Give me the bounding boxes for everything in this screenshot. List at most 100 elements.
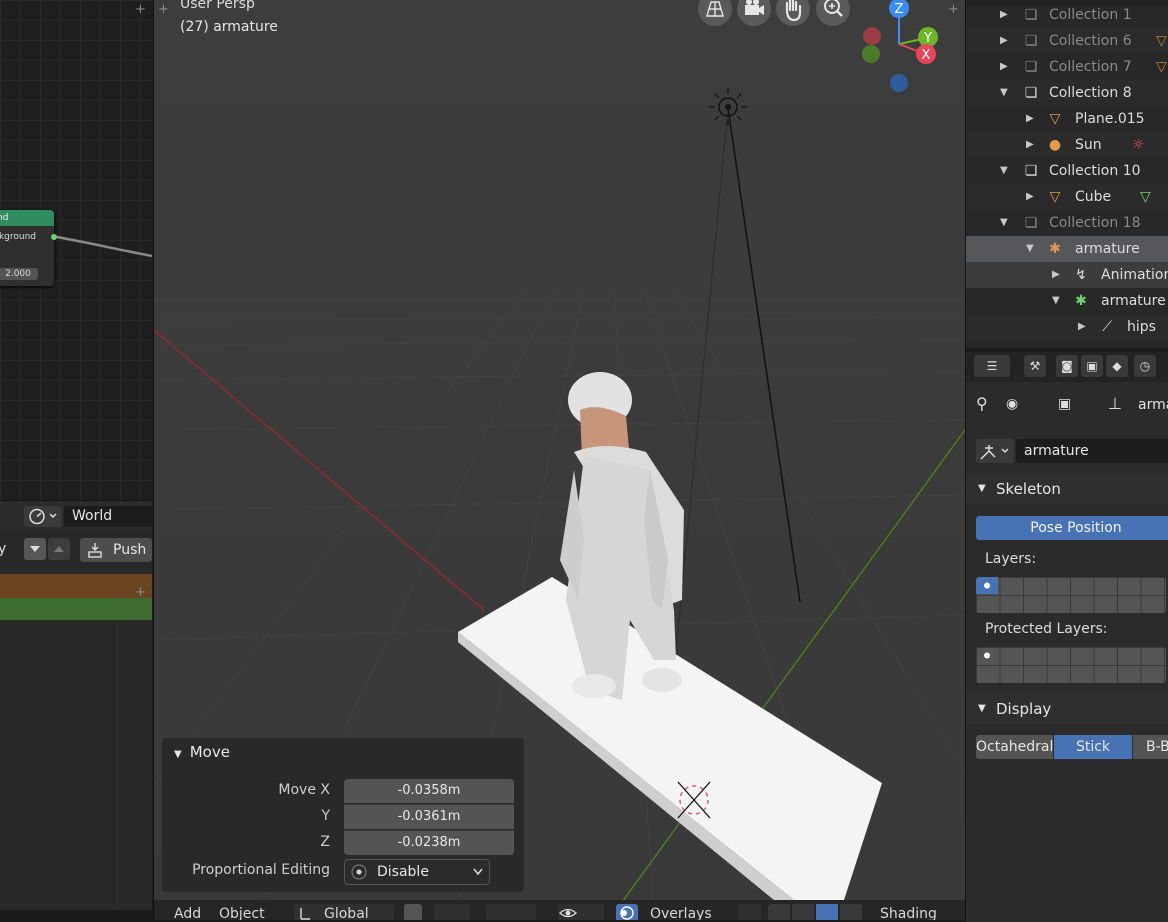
scene-icon: ◉ xyxy=(1006,396,1019,412)
snap-dropdown[interactable] xyxy=(434,904,470,920)
protected-layers-grid[interactable] xyxy=(976,647,1166,683)
tool-tab[interactable]: ⚒ xyxy=(1024,355,1046,377)
move-y-field[interactable]: -0.0361m xyxy=(344,804,514,829)
bone-layers-grid[interactable] xyxy=(976,577,1166,613)
outliner-row-label: Collection 1 xyxy=(1049,7,1132,23)
transform-orientation-dropdown[interactable]: Global xyxy=(294,904,394,920)
outliner-row[interactable]: ▶ ↯ Animation xyxy=(966,262,1168,288)
push-down-button[interactable]: Push xyxy=(80,538,152,562)
collection-icon: ❏ xyxy=(1024,7,1038,23)
outliner-row[interactable]: ▶ ▽ Plane.015 xyxy=(966,106,1168,132)
armature-data-name-field[interactable]: armature xyxy=(1016,439,1168,463)
collection-icon: ❏ xyxy=(1024,85,1038,101)
display-octahedral-button[interactable]: Octahedral xyxy=(976,735,1053,759)
move-operator-panel: ▼ Move Move X -0.0358m Y -0.0361m Z -0.02… xyxy=(162,738,524,892)
move-panel-header[interactable]: ▼ Move xyxy=(174,743,230,761)
editor-type-dropdown[interactable]: ☰ xyxy=(974,355,1010,377)
rendered-shading-button[interactable] xyxy=(840,904,862,920)
move-x-field[interactable]: -0.0358m xyxy=(344,779,514,803)
skeleton-panel-header[interactable]: ▼ Skeleton xyxy=(966,474,1168,504)
world-icon xyxy=(29,508,57,525)
magnifier-icon xyxy=(824,0,843,17)
pivot-point-button[interactable] xyxy=(404,904,422,920)
nla-track-action[interactable]: + xyxy=(0,574,152,599)
wireframe-shading-button[interactable] xyxy=(768,904,790,920)
overlays-icon xyxy=(620,906,634,920)
gizmo-y-label: Y xyxy=(923,31,932,46)
outliner-row[interactable]: ▶ ❏ Collection 7 ▽ xyxy=(966,54,1168,80)
display-stick-button[interactable]: Stick xyxy=(1054,735,1132,759)
outliner-row[interactable]: ▼ ❏ Collection 10 xyxy=(966,158,1168,184)
mesh-data-icon: ▽ xyxy=(1156,33,1167,49)
outliner-row-label: Collection 18 xyxy=(1049,215,1141,231)
armature-data-browser[interactable] xyxy=(976,439,1014,463)
timeline-scrollbar[interactable] xyxy=(0,910,152,920)
proportional-editing-value: Disable xyxy=(377,864,429,880)
push-label: Push xyxy=(113,542,147,558)
pose-position-button[interactable]: Pose Position xyxy=(976,516,1168,540)
object-menu[interactable]: Object xyxy=(219,906,265,920)
outliner-row[interactable]: ▶ ● Sun ☼ xyxy=(966,132,1168,158)
output-tab[interactable]: ▣ xyxy=(1081,355,1103,377)
outliner-row[interactable]: ▼ ❏ Collection 8 xyxy=(966,80,1168,106)
nla-timeline-area[interactable] xyxy=(0,620,152,920)
zoom-view-button[interactable] xyxy=(816,0,850,26)
properties-tab-bar: ☰ ⚒ ◙ ▣ ◆ ◷ xyxy=(966,352,1168,382)
display-bbone-button[interactable]: B-B xyxy=(1133,735,1168,759)
outliner-row[interactable]: ▶ ⟋ hips xyxy=(966,314,1168,340)
collapse-triangle-icon: ▼ xyxy=(1052,295,1060,306)
world-type-dropdown[interactable] xyxy=(24,506,62,527)
armature-data-icon: ✱ xyxy=(1075,293,1087,309)
toggle-perspective-button[interactable] xyxy=(698,0,732,26)
nla-track-strip[interactable] xyxy=(0,598,152,620)
collapse-triangle-icon: ▼ xyxy=(978,483,986,494)
overlays-toggle-button[interactable] xyxy=(616,904,638,920)
xray-toggle-button[interactable] xyxy=(739,904,761,920)
add-menu[interactable]: Add xyxy=(174,906,201,920)
outliner-row[interactable]: ▼ ❏ Collection 18 xyxy=(966,210,1168,236)
outliner-row[interactable]: ▶ ▽ Cube ▽ xyxy=(966,184,1168,210)
camera-view-button[interactable] xyxy=(737,0,771,26)
area-split-corner[interactable]: + xyxy=(157,3,170,16)
active-object-label: (27) armature xyxy=(180,19,278,35)
shading-dropdown[interactable]: Shading xyxy=(880,906,937,920)
navigation-gizmo[interactable]: Z Y X xyxy=(854,0,954,100)
move-down-button[interactable] xyxy=(24,538,46,560)
overlays-dropdown[interactable]: Overlays xyxy=(650,906,712,920)
world-name-field[interactable]: World xyxy=(64,506,152,527)
mesh-object-icon: ▽ xyxy=(1049,111,1061,127)
outliner-row[interactable]: ▼ ✱ armature xyxy=(966,288,1168,314)
collapse-triangle-icon: ▼ xyxy=(1026,243,1034,254)
visibility-dropdown[interactable] xyxy=(558,904,604,920)
gizmo-x-label: X xyxy=(922,48,931,63)
chevron-down-icon xyxy=(473,868,483,876)
view-layer-tab[interactable]: ◆ xyxy=(1106,355,1128,377)
mesh-data-icon: ▽ xyxy=(1140,189,1151,205)
eye-icon xyxy=(559,908,577,918)
expand-triangle-icon: ▶ xyxy=(1052,269,1060,280)
outliner-row[interactable]: ▶ ❏ Collection 6 ▽ xyxy=(966,28,1168,54)
move-z-field[interactable]: -0.0238m xyxy=(344,830,514,855)
protected-layers-label: Protected Layers: xyxy=(985,621,1108,637)
light-object-icon: ● xyxy=(1048,137,1062,153)
hand-icon xyxy=(785,0,802,22)
node-editor[interactable]: + nd ckground 2.000 xyxy=(0,0,152,500)
outliner-row[interactable]: ▶ ❏ Collection 1 xyxy=(966,2,1168,28)
orientation-value: Global xyxy=(324,906,369,920)
move-up-button[interactable] xyxy=(48,538,70,560)
scene-tab[interactable]: ◷ xyxy=(1134,355,1156,377)
outliner-row-label: armature xyxy=(1101,293,1166,309)
3d-viewport[interactable]: User Persp (27) armature + + Z Y X ▼ Move… xyxy=(153,0,966,920)
proportional-editing-dropdown[interactable]: Disable xyxy=(344,859,490,885)
nla-editor: World y Push + xyxy=(0,500,152,920)
solid-shading-button[interactable] xyxy=(792,904,814,920)
pan-view-button[interactable] xyxy=(776,0,810,26)
proportional-editing-header-button[interactable] xyxy=(486,904,536,920)
display-panel-header[interactable]: ▼ Display xyxy=(966,694,1168,724)
render-tab[interactable]: ◙ xyxy=(1056,355,1078,377)
layer-active-cell[interactable] xyxy=(976,577,998,594)
outliner: ▶ ❏ Collection 1 ▶ ❏ Collection 6 ▽ ▶ ❏ … xyxy=(966,0,1168,348)
material-preview-button[interactable] xyxy=(816,904,838,920)
outliner-row-selected[interactable]: ▼ ✱ armature xyxy=(966,236,1168,262)
truncated-label: y xyxy=(0,541,7,557)
